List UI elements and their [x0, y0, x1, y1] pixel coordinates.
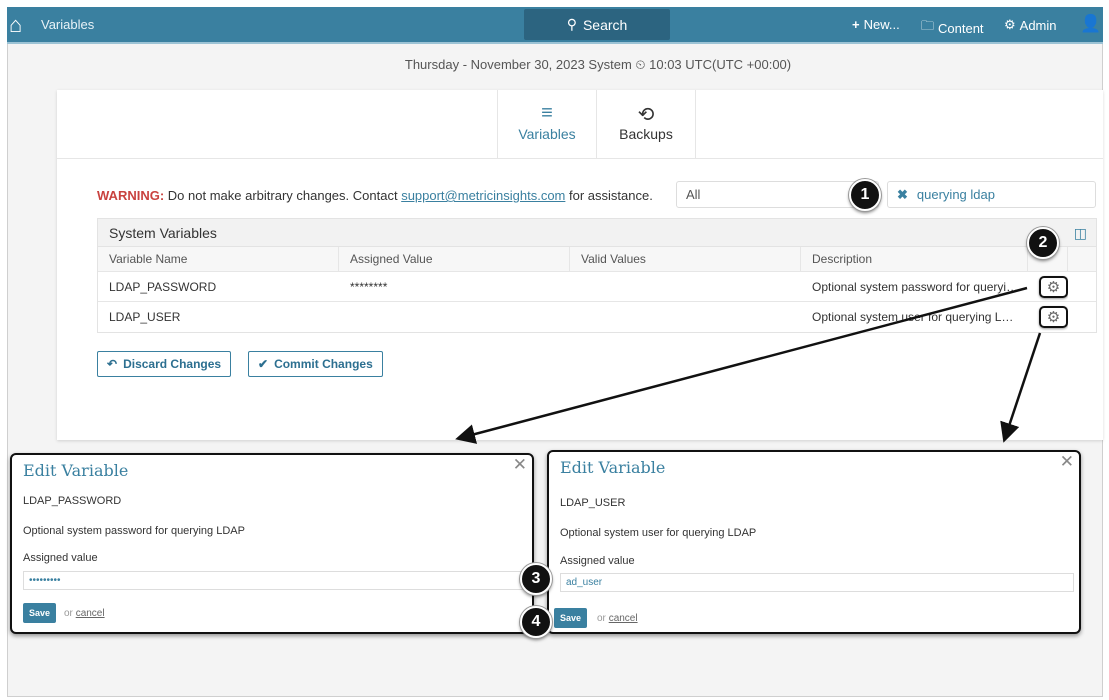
callout-2: 2 — [1027, 227, 1059, 259]
arrow — [455, 286, 1028, 444]
annotation-arrows — [455, 286, 1042, 444]
arrow — [1000, 332, 1042, 443]
callout-4: 4 — [520, 606, 552, 638]
callout-3: 3 — [520, 563, 552, 595]
callout-1: 1 — [849, 179, 881, 211]
